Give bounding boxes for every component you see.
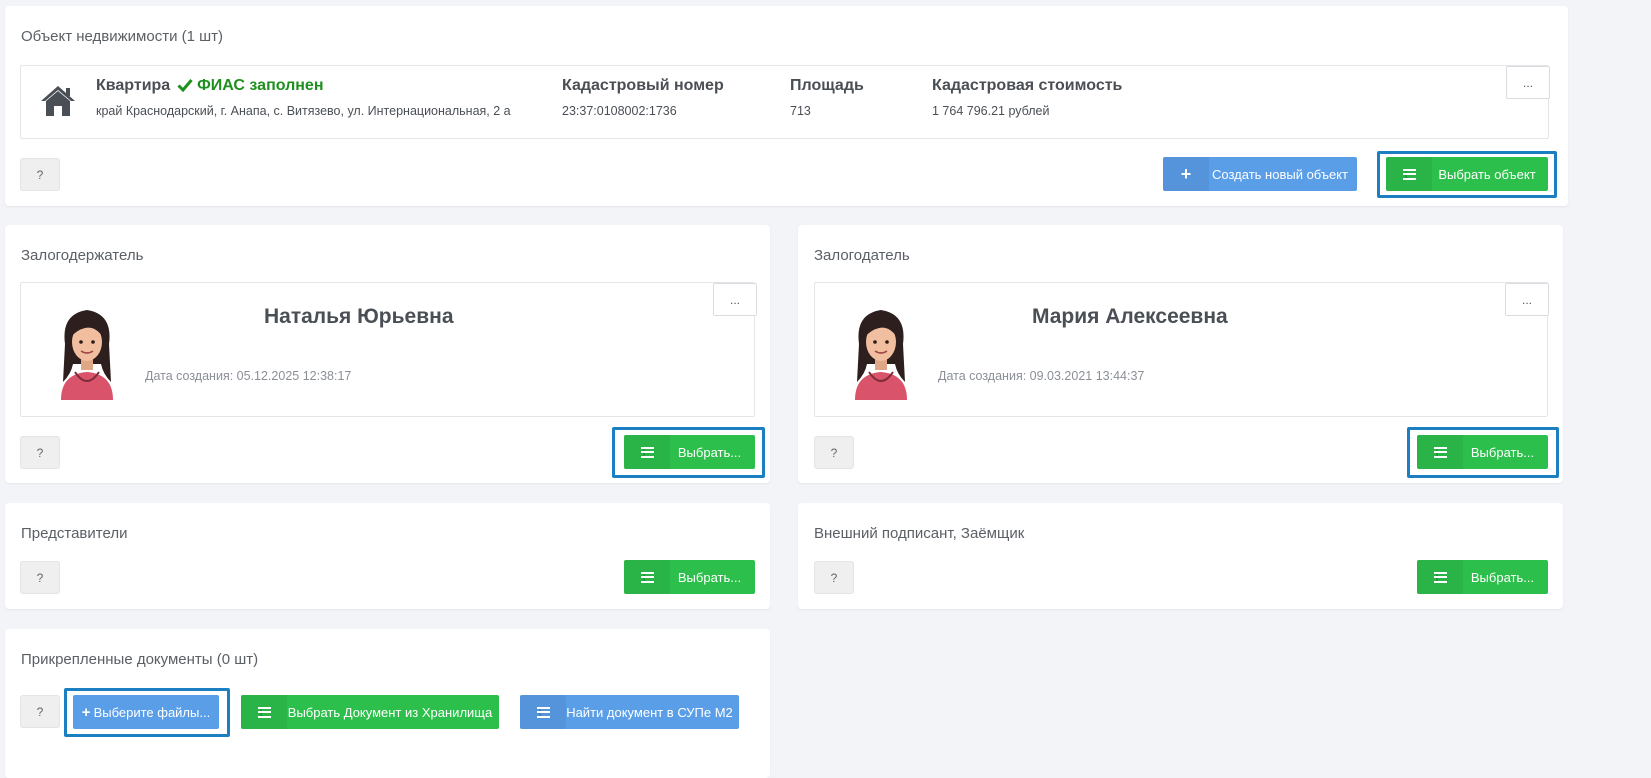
property-help-button[interactable]: ? (20, 158, 60, 191)
property-card[interactable]: Квартира ФИАС заполнен край Краснодарски… (20, 65, 1550, 139)
list-icon (1386, 157, 1432, 191)
property-panel-title: Объект недвижимости (1 шт) (21, 28, 224, 45)
pledgor-name: Мария Алексеевна (1032, 305, 1228, 328)
pledgor-select-label: Выбрать... (1470, 444, 1535, 460)
select-from-storage-button[interactable]: Выбрать Документ из Хранилища (241, 695, 499, 729)
external-signer-panel: Внешний подписант, Заёмщик ? Выбрать... (798, 503, 1563, 609)
area-value: 713 (790, 104, 811, 118)
pledgee-panel-title: Залогодержатель (21, 247, 144, 264)
property-address: край Краснодарский, г. Анапа, с. Витязев… (96, 104, 511, 118)
representatives-select-button[interactable]: Выбрать... (624, 560, 755, 594)
pledgor-select-button[interactable]: Выбрать... (1417, 435, 1548, 469)
documents-help-button[interactable]: ? (20, 695, 60, 728)
pledgee-date: Дата создания: 05.12.2025 12:38:17 (145, 369, 352, 383)
area-label: Площадь (790, 77, 864, 94)
pledgor-card[interactable]: Мария Алексеевна Дата создания: 09.03.20… (814, 282, 1549, 417)
fias-status: ФИАС заполнен (197, 77, 324, 94)
pledgor-date: Дата создания: 09.03.2021 13:44:37 (938, 369, 1145, 383)
list-icon (520, 695, 566, 729)
property-type: Квартира (96, 77, 171, 94)
list-icon (624, 435, 670, 469)
list-icon (1417, 435, 1463, 469)
pledgor-more-button[interactable]: ... (1505, 283, 1549, 316)
cadastral-number-value: 23:37:0108002:1736 (562, 104, 677, 118)
pledgor-panel: Залогодатель Мария Алексеевна Дата созда… (798, 225, 1563, 483)
create-object-label: Создать новый объект (1212, 166, 1348, 182)
find-in-sup-label: Найти документ в СУПе М2 (566, 704, 733, 720)
select-from-storage-label: Выбрать Документ из Хранилища (287, 704, 493, 720)
avatar (849, 304, 913, 405)
select-object-label: Выбрать объект (1438, 166, 1536, 182)
list-icon (241, 695, 287, 729)
choose-files-button[interactable]: + Выберите файлы... (73, 695, 219, 729)
pledgee-name: Наталья Юрьевна (264, 305, 454, 328)
representatives-panel: Представители ? Выбрать... (5, 503, 770, 609)
external-signer-help-button[interactable]: ? (814, 561, 854, 594)
pledgee-help-button[interactable]: ? (20, 436, 60, 469)
pledgor-panel-title: Залогодатель (814, 247, 910, 264)
create-object-button[interactable]: + Создать новый объект (1163, 157, 1357, 191)
representatives-help-button[interactable]: ? (20, 561, 60, 594)
find-in-sup-button[interactable]: Найти документ в СУПе М2 (520, 695, 739, 729)
select-object-button[interactable]: Выбрать объект (1386, 157, 1548, 191)
representatives-select-label: Выбрать... (677, 569, 742, 585)
property-more-button[interactable]: ... (1506, 66, 1550, 99)
pledgee-card[interactable]: Наталья Юрьевна Дата создания: 05.12.202… (20, 282, 757, 417)
cadastral-value: 1 764 796.21 рублей (932, 104, 1050, 118)
documents-panel: Прикрепленные документы (0 шт) ? + Выбер… (5, 629, 770, 778)
house-icon (40, 84, 76, 123)
property-type-line: Квартира ФИАС заполнен (96, 77, 324, 97)
plus-icon: + (1163, 157, 1209, 191)
list-icon (624, 560, 670, 594)
pledgee-select-label: Выбрать... (677, 444, 742, 460)
cadastral-value-label: Кадастровая стоимость (932, 77, 1123, 94)
pledgor-help-button[interactable]: ? (814, 436, 854, 469)
pledgee-select-button[interactable]: Выбрать... (624, 435, 755, 469)
choose-files-label: Выберите файлы... (93, 704, 211, 720)
pledgee-more-button[interactable]: ... (713, 283, 757, 316)
documents-panel-title: Прикрепленные документы (0 шт) (21, 651, 259, 668)
cadastral-number-label: Кадастровый номер (562, 77, 724, 94)
external-signer-panel-title: Внешний подписант, Заёмщик (814, 525, 1025, 542)
representatives-panel-title: Представители (21, 525, 128, 542)
avatar (55, 304, 119, 405)
property-panel: Объект недвижимости (1 шт) Квартира ФИАС… (5, 6, 1568, 206)
external-signer-select-button[interactable]: Выбрать... (1417, 560, 1548, 594)
pledgee-panel: Залогодержатель Наталья Юрьевна Дата соз… (5, 225, 770, 483)
external-signer-select-label: Выбрать... (1470, 569, 1535, 585)
plus-icon: + (81, 703, 91, 721)
check-icon (177, 78, 193, 97)
list-icon (1417, 560, 1463, 594)
